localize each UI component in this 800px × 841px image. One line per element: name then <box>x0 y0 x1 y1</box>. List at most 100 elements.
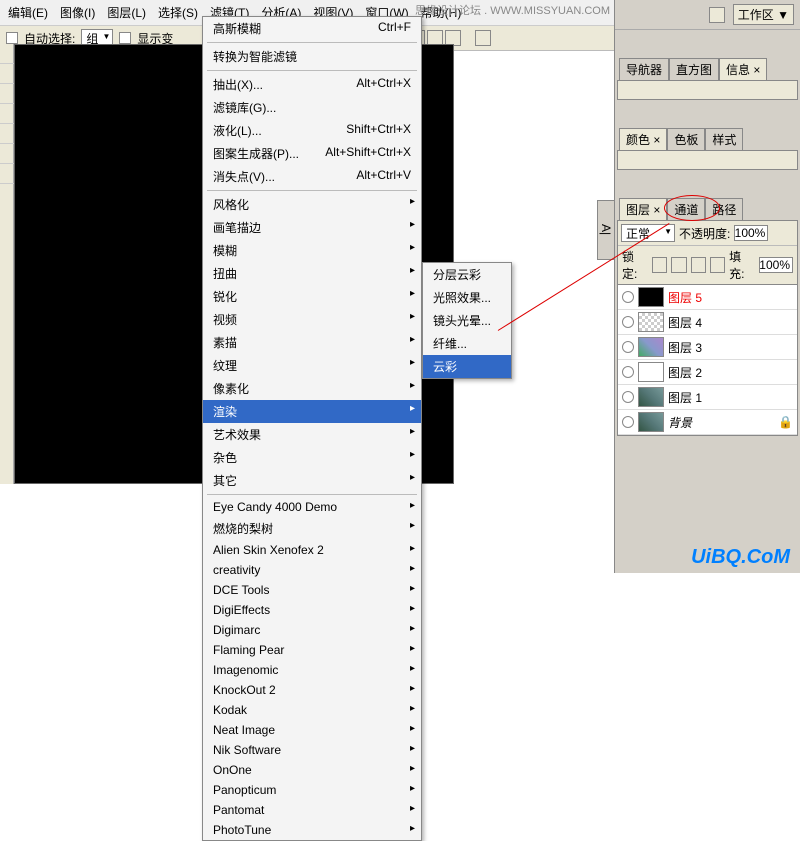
tool-icon[interactable] <box>0 144 14 164</box>
show-transform-checkbox[interactable] <box>119 32 131 44</box>
visibility-icon[interactable] <box>622 316 634 328</box>
tool-icon[interactable] <box>0 84 14 104</box>
character-tab-icon[interactable]: A| <box>597 200 615 260</box>
tab-paths[interactable]: 路径 <box>705 198 743 220</box>
layer-row[interactable]: 图层 3 <box>618 335 797 360</box>
auto-select-checkbox[interactable] <box>6 32 18 44</box>
layer-row[interactable]: 背景🔒 <box>618 410 797 435</box>
layer-name: 图层 4 <box>668 314 793 331</box>
app-icon[interactable] <box>709 7 725 23</box>
filter-plugin[interactable]: OnOne <box>203 760 421 780</box>
filter-blur[interactable]: 模糊 <box>203 239 421 262</box>
tool-icon[interactable] <box>0 44 14 64</box>
fill-label: 填充: <box>729 248 755 282</box>
visibility-icon[interactable] <box>622 391 634 403</box>
tab-color[interactable]: 颜色 × <box>619 128 667 150</box>
filter-brush[interactable]: 画笔描边 <box>203 216 421 239</box>
filter-smart[interactable]: 转换为智能滤镜 <box>203 45 421 68</box>
render-clouds[interactable]: 云彩 <box>423 355 511 378</box>
filter-artistic[interactable]: 艺术效果 <box>203 423 421 446</box>
filter-plugin[interactable]: Kodak <box>203 700 421 720</box>
filter-last[interactable]: 高斯模糊Ctrl+F <box>203 17 421 40</box>
layer-row[interactable]: 图层 2 <box>618 360 797 385</box>
menu-select[interactable]: 选择(S) <box>154 2 202 23</box>
filter-texture[interactable]: 纹理 <box>203 354 421 377</box>
filter-noise[interactable]: 杂色 <box>203 446 421 469</box>
color-tabs: 颜色 × 色板 样式 <box>615 126 800 150</box>
layer-row[interactable]: 图层 4 <box>618 310 797 335</box>
filter-sharpen[interactable]: 锐化 <box>203 285 421 308</box>
filter-pattern[interactable]: 图案生成器(P)...Alt+Shift+Ctrl+X <box>203 142 421 165</box>
tab-navigator[interactable]: 导航器 <box>619 58 669 80</box>
filter-plugin[interactable]: 燃烧的梨树 <box>203 517 421 540</box>
visibility-icon[interactable] <box>622 366 634 378</box>
filter-pixelate[interactable]: 像素化 <box>203 377 421 400</box>
lock-pixels-icon[interactable] <box>671 257 686 273</box>
render-fibers[interactable]: 纤维... <box>423 332 511 355</box>
filter-plugin[interactable]: Digimarc <box>203 620 421 640</box>
menu-edit[interactable]: 编辑(E) <box>4 2 52 23</box>
layer-thumb[interactable] <box>638 362 664 382</box>
menu-layer[interactable]: 图层(L) <box>103 2 150 23</box>
opacity-input[interactable]: 100% <box>734 225 768 241</box>
visibility-icon[interactable] <box>622 291 634 303</box>
filter-render[interactable]: 渲染 <box>203 400 421 423</box>
tool-icon[interactable] <box>0 104 14 124</box>
visibility-icon[interactable] <box>622 341 634 353</box>
render-lighting[interactable]: 光照效果... <box>423 286 511 309</box>
filter-plugin[interactable]: Eye Candy 4000 Demo <box>203 497 421 517</box>
tab-styles[interactable]: 样式 <box>705 128 743 150</box>
filter-video[interactable]: 视频 <box>203 308 421 331</box>
layer-name: 图层 1 <box>668 389 793 406</box>
layer-thumb[interactable] <box>638 337 664 357</box>
blend-mode-select[interactable]: 正常 <box>621 224 675 242</box>
filter-plugin[interactable]: Neat Image <box>203 720 421 740</box>
filter-plugin[interactable]: Nik Software <box>203 740 421 760</box>
layer-thumb[interactable] <box>638 387 664 407</box>
filter-stylize[interactable]: 风格化 <box>203 193 421 216</box>
layer-thumb[interactable] <box>638 287 664 307</box>
tab-info[interactable]: 信息 × <box>719 58 767 80</box>
info-panel <box>617 80 798 100</box>
filter-plugin[interactable]: Flaming Pear <box>203 640 421 660</box>
layer-thumb[interactable] <box>638 312 664 332</box>
tab-swatches[interactable]: 色板 <box>667 128 705 150</box>
filter-other[interactable]: 其它 <box>203 469 421 492</box>
filter-plugin[interactable]: PhotoTune <box>203 820 421 840</box>
tab-layers[interactable]: 图层 × <box>619 198 667 220</box>
filter-extract[interactable]: 抽出(X)...Alt+Ctrl+X <box>203 73 421 96</box>
distribute-icon[interactable] <box>475 30 491 46</box>
lock-transparency-icon[interactable] <box>652 257 667 273</box>
tool-strip <box>0 44 14 484</box>
fill-input[interactable]: 100% <box>759 257 793 273</box>
filter-sketch[interactable]: 素描 <box>203 331 421 354</box>
render-lens-flare[interactable]: 镜头光晕... <box>423 309 511 332</box>
layer-thumb[interactable] <box>638 412 664 432</box>
filter-plugin[interactable]: creativity <box>203 560 421 580</box>
filter-plugin[interactable]: DigiEffects <box>203 600 421 620</box>
filter-plugin[interactable]: Pantomat <box>203 800 421 820</box>
workspace-button[interactable]: 工作区 ▼ <box>733 4 794 25</box>
filter-plugin[interactable]: Panopticum <box>203 780 421 800</box>
menu-image[interactable]: 图像(I) <box>56 2 99 23</box>
filter-plugin[interactable]: DCE Tools <box>203 580 421 600</box>
filter-vanishing[interactable]: 消失点(V)...Alt+Ctrl+V <box>203 165 421 188</box>
right-panels: 工作区 ▼ 导航器 直方图 信息 × 颜色 × 色板 样式 图层 × 通道 路径… <box>614 0 800 573</box>
layer-row[interactable]: 图层 5 <box>618 285 797 310</box>
filter-liquify[interactable]: 液化(L)...Shift+Ctrl+X <box>203 119 421 142</box>
layer-row[interactable]: 图层 1 <box>618 385 797 410</box>
filter-plugin[interactable]: Imagenomic <box>203 660 421 680</box>
tool-icon[interactable] <box>0 164 14 184</box>
visibility-icon[interactable] <box>622 416 634 428</box>
filter-plugin[interactable]: Alien Skin Xenofex 2 <box>203 540 421 560</box>
tab-histogram[interactable]: 直方图 <box>669 58 719 80</box>
render-diff-clouds[interactable]: 分层云彩 <box>423 263 511 286</box>
lock-all-icon[interactable] <box>710 257 725 273</box>
filter-distort[interactable]: 扭曲 <box>203 262 421 285</box>
filter-plugin[interactable]: KnockOut 2 <box>203 680 421 700</box>
lock-position-icon[interactable] <box>691 257 706 273</box>
tool-icon[interactable] <box>0 64 14 84</box>
tab-channels[interactable]: 通道 <box>667 198 705 220</box>
tool-icon[interactable] <box>0 124 14 144</box>
filter-gallery[interactable]: 滤镜库(G)... <box>203 96 421 119</box>
